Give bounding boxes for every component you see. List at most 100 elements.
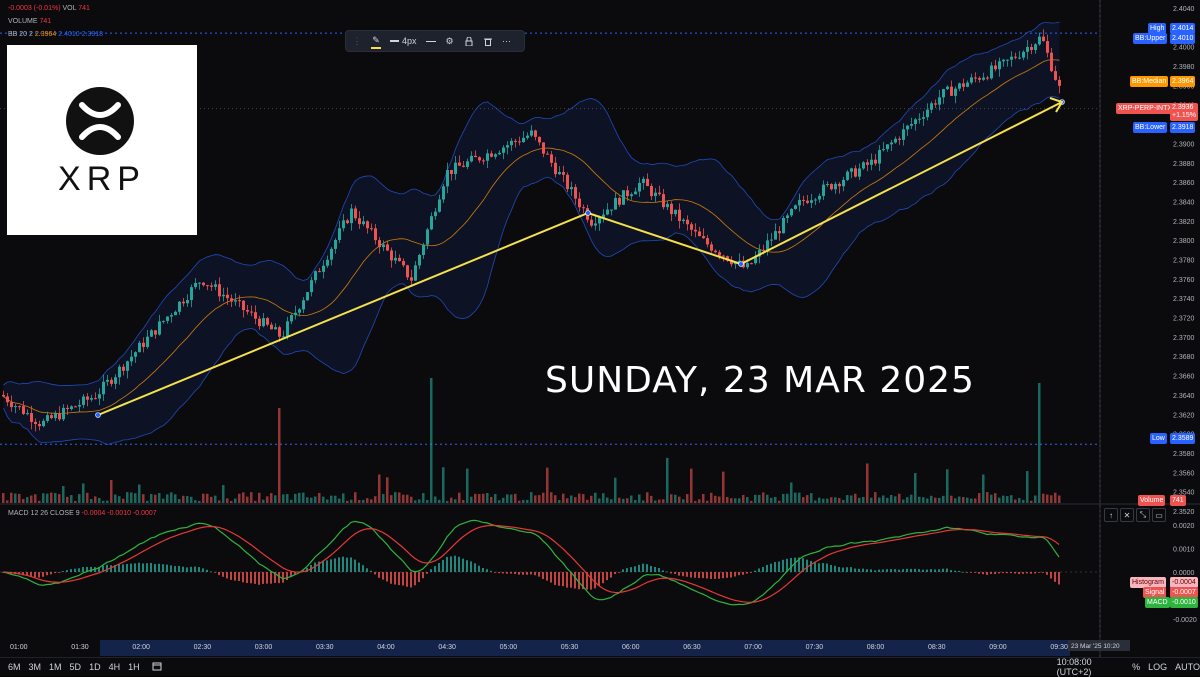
volume-bar [750,500,753,503]
macd-histogram-bar [822,563,824,572]
macd-histogram-bar [866,569,868,572]
candle-body [1034,44,1037,50]
macd-histogram-bar [674,572,676,575]
macd-histogram-bar [90,566,92,572]
candle-body [918,118,921,120]
candle-body [306,292,309,301]
macd-histogram-bar [782,559,784,572]
macd-histogram-bar [362,565,364,572]
volume-bar [710,492,713,503]
candle-body [274,327,277,330]
legend-volume[interactable]: VOLUME 741 [8,18,51,25]
macd-histogram-bar [702,572,704,579]
volume-bar [390,495,393,503]
macd-histogram-bar [810,560,812,572]
price-tick-label: 2.3680 [1173,354,1195,361]
volume-bar [782,493,785,503]
macd-histogram-bar [666,571,668,573]
macd-histogram-bar [770,563,772,572]
auto-toggle[interactable]: AUTO [1175,662,1200,672]
range-1d[interactable]: 1D [89,662,101,672]
log-toggle[interactable]: LOG [1148,662,1167,672]
volume-bar [550,492,553,503]
close-icon[interactable]: ✕ [1120,508,1134,522]
candle-body [114,377,117,384]
candle-body [870,159,873,165]
range-1h[interactable]: 1H [128,662,140,672]
legend-bb[interactable]: BB 20 2 2.3964 2.4010 2.3918 [8,31,103,38]
range-3m[interactable]: 3M [29,662,42,672]
volume-bar [958,496,961,503]
calendar-icon[interactable] [152,661,162,673]
candle-body [898,138,901,140]
candle-body [94,398,97,400]
volume-bar [666,457,669,503]
candle-body [782,218,785,234]
volume-bar [902,499,905,503]
volume-bar [42,493,45,503]
macd-histogram-bar [510,572,512,574]
candle-body [962,83,965,87]
drag-handle-icon[interactable]: ⋮ [352,34,362,48]
volume-bar [162,498,165,503]
macd-histogram-bar [62,571,64,572]
volume-bar [994,493,997,503]
volume-bar [1030,500,1033,503]
candle-body [546,153,549,155]
macd-histogram-bar [722,572,724,579]
candle-body [78,404,81,407]
volume-bar [894,496,897,503]
bbupper-tag: BB:Upper [1133,33,1168,44]
volume-bar [342,493,345,503]
arrow-up-icon[interactable]: ↑ [1104,508,1118,522]
volume-bar [218,500,221,503]
candle-body [822,184,825,196]
candle-body [866,162,869,165]
lock-icon[interactable] [464,34,474,48]
volume-bar [698,499,701,503]
macd-histogram-bar [242,572,244,583]
candle-body [1006,59,1009,61]
pencil-icon[interactable]: ✎ [371,33,381,49]
maximize-icon[interactable]: ▭ [1152,508,1166,522]
candle-body [882,149,885,151]
macd-histogram-bar [230,572,232,580]
volume-bar [506,494,509,503]
candle-body [226,294,229,299]
more-icon[interactable]: ··· [502,34,512,48]
settings-icon[interactable]: ⚙ [445,34,455,48]
range-6m[interactable]: 6M [8,662,21,672]
volume-bar [174,494,177,503]
candle-body [370,228,373,230]
collapse-icon[interactable]: ⤡ [1136,508,1150,522]
clock-readout[interactable]: 10:08:00 (UTC+2) [1057,657,1121,677]
range-1m[interactable]: 1M [49,662,62,672]
volume-bar [810,493,813,503]
volume-bar [730,498,733,503]
line-style-icon[interactable] [425,34,436,48]
volume-bar [278,408,281,503]
macd-histogram-bar [186,567,188,572]
time-tick-label: 08:30 [928,644,946,651]
price-tick-label: 2.3780 [1173,258,1195,265]
volume-bar [634,499,637,503]
range-4h[interactable]: 4H [109,662,121,672]
percent-toggle[interactable]: % [1132,662,1140,672]
line-width-button[interactable]: 4px [390,34,417,48]
candle-body [154,330,157,335]
macd-histogram-bar [134,563,136,572]
range-5d[interactable]: 5D [70,662,82,672]
volume-bar [266,496,269,503]
macd-histogram-bar [1002,572,1004,574]
candle-body [622,190,625,205]
bblower-tag-value: 2.3918 [1172,124,1194,131]
trash-icon[interactable] [483,34,493,48]
volume-bar [858,497,861,503]
macd-histogram-bar [562,572,564,587]
candle-body [642,178,645,183]
macd-histogram-bar [382,572,384,580]
candle-body [630,194,633,197]
price-tick-label: 2.3980 [1173,64,1195,71]
time-tick-label: 09:30 [1050,644,1068,651]
legend-macd[interactable]: MACD 12 26 CLOSE 9 -0.0004 -0.0010 -0.00… [8,510,157,517]
